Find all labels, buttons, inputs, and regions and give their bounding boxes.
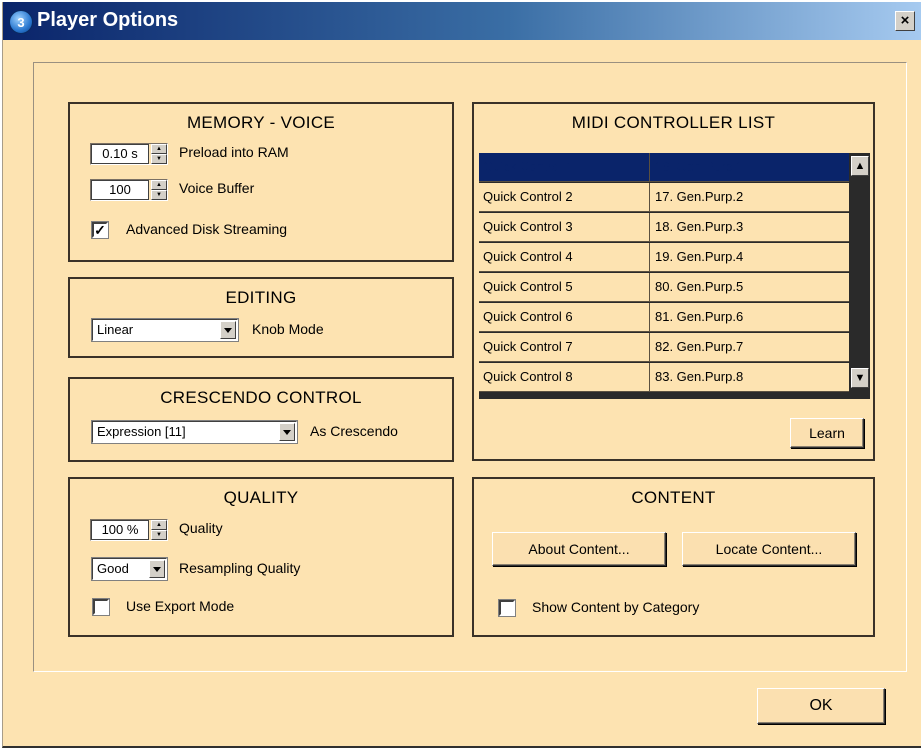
midi-list-row[interactable]: Quick Control 8 83. Gen.Purp.8 — [479, 363, 849, 392]
midi-controller-title: MIDI CONTROLLER LIST — [571, 113, 776, 132]
close-button[interactable]: × — [895, 11, 915, 31]
quality-value[interactable]: 100 % — [91, 520, 149, 540]
column-divider — [649, 363, 650, 391]
content-group: CONTENT About Content... Locate Content.… — [472, 477, 875, 637]
resampling-dropdown[interactable]: Good — [91, 557, 168, 581]
quality-spinner[interactable]: 100 % ▲ ▼ — [90, 519, 168, 541]
editing-title: EDITING — [225, 288, 297, 307]
resampling-value: Good — [97, 561, 129, 576]
spin-up-icon[interactable]: ▲ — [151, 520, 167, 530]
voice-buffer-spinner[interactable]: 100 ▲ ▼ — [90, 179, 168, 201]
midi-list-row[interactable]: Quick Control 4 19. Gen.Purp.4 — [479, 243, 849, 272]
midi-cc-name: 19. Gen.Purp.4 — [655, 249, 744, 264]
midi-control-name: Quick Control 7 — [483, 339, 573, 354]
midi-list-row[interactable]: Quick Control 5 80. Gen.Purp.5 — [479, 273, 849, 302]
midi-cc-name: 80. Gen.Purp.5 — [655, 279, 744, 294]
close-icon: × — [900, 12, 910, 29]
learn-button[interactable]: Learn — [790, 418, 864, 448]
spin-up-icon[interactable]: ▲ — [151, 144, 167, 154]
knob-mode-label: Knob Mode — [252, 321, 324, 337]
midi-cc-name: 16. Gen.Purp.1 — [655, 159, 744, 174]
preload-value[interactable]: 0.10 s — [91, 144, 149, 164]
crescendo-label: As Crescendo — [310, 423, 398, 439]
export-mode-checkbox[interactable] — [92, 598, 110, 616]
column-divider — [649, 303, 650, 331]
midi-control-name: Quick Control 5 — [483, 279, 573, 294]
dropdown-arrow-icon[interactable] — [279, 423, 295, 441]
export-mode-label: Use Export Mode — [126, 598, 235, 614]
scroll-up-icon[interactable]: ▲ — [851, 156, 869, 176]
midi-list-scrollbar[interactable]: ▲ ▼ — [850, 153, 870, 399]
locate-content-button[interactable]: Locate Content... — [682, 532, 856, 566]
quality-title: QUALITY — [223, 488, 299, 507]
midi-control-name: Quick Control 8 — [483, 369, 573, 384]
title-bar[interactable]: 3 Player Options × — [3, 2, 921, 40]
midi-cc-name: 82. Gen.Purp.7 — [655, 339, 744, 354]
show-by-category-checkbox[interactable] — [498, 599, 516, 617]
crescendo-group: CRESCENDO CONTROL Expression [11] As Cre… — [68, 377, 454, 462]
midi-control-name: Quick Control 3 — [483, 219, 573, 234]
window-title: Player Options — [37, 9, 179, 31]
quality-group: QUALITY 100 % ▲ ▼ Quality Good Resamplin… — [68, 477, 454, 637]
show-by-category-label: Show Content by Category — [532, 599, 700, 615]
preload-label: Preload into RAM — [179, 144, 289, 160]
midi-control-name: Quick Control 1 — [483, 159, 573, 174]
spin-down-icon[interactable]: ▼ — [151, 530, 167, 540]
midi-control-name: Quick Control 2 — [483, 189, 573, 204]
midi-list-row[interactable]: Quick Control 7 82. Gen.Purp.7 — [479, 333, 849, 362]
dropdown-arrow-icon[interactable] — [149, 560, 165, 578]
knob-mode-value: Linear — [97, 322, 134, 337]
content-title: CONTENT — [631, 488, 716, 507]
midi-controller-list[interactable]: Quick Control 1 16. Gen.Purp.1 Quick Contr… — [479, 153, 850, 399]
midi-list-row[interactable]: Quick Control 3 18. Gen.Purp.3 — [479, 213, 849, 242]
player-options-window: 3 Player Options × MEMORY - VOICE 0.10 s… — [2, 2, 921, 748]
midi-control-name: Quick Control 4 — [483, 249, 573, 264]
midi-controller-group: MIDI CONTROLLER LIST Quick Control 1 16. … — [472, 102, 875, 461]
advanced-streaming-label: Advanced Disk Streaming — [126, 221, 288, 237]
midi-list-row[interactable]: Quick Control 1 16. Gen.Purp.1 — [479, 153, 849, 182]
memory-voice-group: MEMORY - VOICE 0.10 s ▲ ▼ Preload into R… — [68, 102, 454, 262]
crescendo-value: Expression [11] — [97, 424, 186, 439]
voice-buffer-label: Voice Buffer — [179, 180, 255, 196]
column-divider — [649, 183, 650, 211]
midi-list-row[interactable]: Quick Control 6 81. Gen.Purp.6 — [479, 303, 849, 332]
crescendo-dropdown[interactable]: Expression [11] — [91, 420, 298, 444]
scroll-down-icon[interactable]: ▼ — [851, 368, 869, 388]
spin-up-icon[interactable]: ▲ — [151, 180, 167, 190]
spin-down-icon[interactable]: ▼ — [151, 190, 167, 200]
ok-button[interactable]: OK — [757, 688, 885, 724]
column-divider — [649, 213, 650, 241]
column-divider — [649, 243, 650, 271]
quality-label: Quality — [179, 520, 223, 536]
spin-down-icon[interactable]: ▼ — [151, 154, 167, 164]
options-panel: MEMORY - VOICE 0.10 s ▲ ▼ Preload into R… — [33, 62, 907, 672]
midi-control-name: Quick Control 6 — [483, 309, 573, 324]
preload-spinner[interactable]: 0.10 s ▲ ▼ — [90, 143, 168, 165]
resampling-label: Resampling Quality — [179, 560, 301, 576]
dropdown-arrow-icon[interactable] — [220, 321, 236, 339]
app-icon: 3 — [9, 10, 33, 34]
midi-cc-name: 18. Gen.Purp.3 — [655, 219, 744, 234]
crescendo-title: CRESCENDO CONTROL — [160, 388, 362, 407]
midi-cc-name: 81. Gen.Purp.6 — [655, 309, 744, 324]
voice-buffer-value[interactable]: 100 — [91, 180, 149, 200]
midi-list-row[interactable]: Quick Control 2 17. Gen.Purp.2 — [479, 183, 849, 212]
knob-mode-dropdown[interactable]: Linear — [91, 318, 239, 342]
checkmark-icon: ✓ — [94, 222, 106, 238]
midi-cc-name: 17. Gen.Purp.2 — [655, 189, 744, 204]
about-content-button[interactable]: About Content... — [492, 532, 666, 566]
editing-group: EDITING Linear Knob Mode — [68, 277, 454, 358]
memory-voice-title: MEMORY - VOICE — [186, 113, 336, 132]
column-divider — [649, 273, 650, 301]
advanced-streaming-checkbox[interactable]: ✓ — [91, 221, 109, 239]
column-divider — [649, 333, 650, 361]
column-divider — [649, 153, 650, 181]
midi-cc-name: 83. Gen.Purp.8 — [655, 369, 744, 384]
